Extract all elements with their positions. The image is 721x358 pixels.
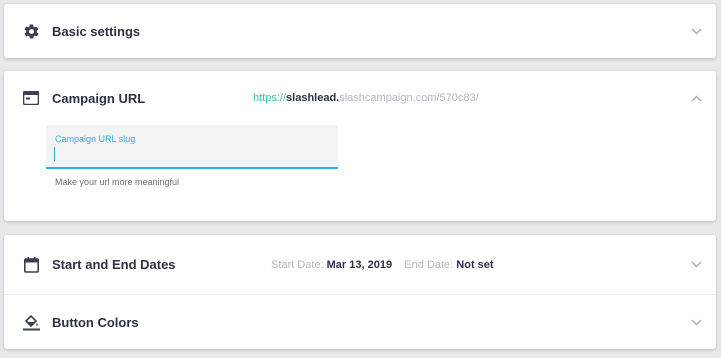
basic-settings-title: Basic settings: [52, 23, 141, 39]
url-path: slashcampaign.com/570c83/: [339, 92, 479, 104]
slug-helper-text: Make your url more meaningful: [55, 177, 180, 187]
url-protocol: https://: [253, 92, 287, 104]
button-colors-title: Button Colors: [52, 314, 139, 330]
end-date-value: Not set: [456, 258, 494, 271]
campaign-url-slug-input[interactable]: [54, 147, 327, 161]
start-date-value: Mar 13, 2019: [326, 258, 393, 271]
chevron-down-icon[interactable]: [690, 27, 702, 35]
calendar-icon: [22, 256, 40, 274]
start-end-dates-title: Start and End Dates: [52, 257, 176, 272]
basic-settings-panel: Basic settings: [4, 4, 716, 58]
dates-summary: Start Date: Mar 13, 2019 End Date: Not s…: [271, 259, 494, 271]
campaign-url-panel: Campaign URL https://slashlead.slashcamp…: [4, 71, 716, 221]
button-colors-header[interactable]: Button Colors: [4, 295, 716, 349]
slug-field-label: Campaign URL slug: [55, 134, 136, 144]
gear-icon: [22, 22, 40, 40]
end-date-label: End Date:: [404, 258, 454, 271]
url-subdomain: slashlead.: [286, 92, 340, 104]
basic-settings-header[interactable]: Basic settings: [4, 4, 716, 58]
paint-bucket-icon: [22, 313, 40, 331]
chevron-down-icon[interactable]: [690, 261, 702, 269]
chevron-up-icon[interactable]: [690, 94, 702, 102]
start-date-label: Start Date:: [271, 258, 324, 271]
campaign-url-title: Campaign URL: [52, 90, 146, 106]
dates-and-colors-panel: Start and End Dates Start Date: Mar 13, …: [4, 235, 716, 349]
start-end-dates-header[interactable]: Start and End Dates Start Date: Mar 13, …: [4, 235, 716, 294]
campaign-url-header[interactable]: Campaign URL https://slashlead.slashcamp…: [4, 71, 716, 125]
campaign-url-preview[interactable]: https://slashlead.slashcampaign.com/570c…: [253, 92, 479, 104]
campaign-url-slug-field[interactable]: Campaign URL slug: [46, 125, 338, 169]
chevron-down-icon[interactable]: [690, 318, 702, 326]
browser-window-icon: [22, 89, 40, 107]
